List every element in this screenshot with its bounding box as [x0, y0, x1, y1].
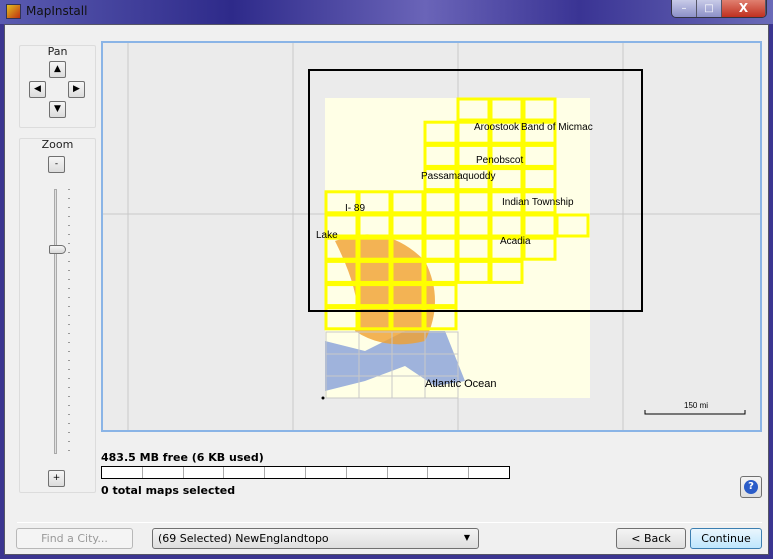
- help-icon: ?: [744, 480, 758, 494]
- product-select[interactable]: (69 Selected) NewEnglandtopo ▼: [152, 528, 479, 549]
- pan-down-button[interactable]: ▼: [49, 101, 66, 118]
- divider: [17, 522, 762, 523]
- zoom-label: Zoom: [41, 138, 74, 151]
- map-canvas[interactable]: Aroostook Band of Micmac Penobscot Passa…: [103, 43, 760, 430]
- product-select-value: (69 Selected) NewEnglandtopo: [158, 532, 329, 545]
- chevron-down-icon: ▼: [463, 533, 470, 542]
- pan-label: Pan: [47, 45, 68, 58]
- map-label: Atlantic Ocean: [425, 378, 497, 390]
- back-button[interactable]: < Back: [616, 528, 686, 549]
- maps-selected-text: 0 total maps selected: [101, 484, 236, 497]
- pan-right-button[interactable]: ▶: [68, 81, 85, 98]
- map-view[interactable]: Aroostook Band of Micmac Penobscot Passa…: [101, 41, 762, 432]
- map-label: Lake: [316, 230, 338, 241]
- map-label: Acadia: [500, 236, 531, 247]
- app-icon: [6, 4, 21, 19]
- scale-bar: 150 mi: [644, 401, 746, 415]
- free-space-text: 483.5 MB free (6 KB used): [101, 451, 264, 464]
- zoom-group: Zoom - +: [19, 138, 96, 493]
- storage-bar: [101, 466, 510, 479]
- pan-group: Pan ▲ ◀ ▶ ▼: [19, 45, 96, 128]
- find-city-button[interactable]: Find a City...: [16, 528, 133, 549]
- help-button[interactable]: ?: [740, 476, 762, 498]
- map-label: Penobscot: [476, 155, 523, 166]
- zoom-slider-track[interactable]: [54, 189, 57, 454]
- map-label: Indian Township: [502, 197, 574, 208]
- map-label: Passamaquoddy: [421, 171, 496, 182]
- maximize-button[interactable]: □: [697, 0, 722, 17]
- zoom-out-button[interactable]: -: [48, 156, 65, 173]
- close-button[interactable]: X: [722, 0, 766, 17]
- pan-left-button[interactable]: ◀: [29, 81, 46, 98]
- continue-button[interactable]: Continue: [690, 528, 762, 549]
- zoom-ticks: [68, 189, 70, 454]
- map-label: Band of Micmac: [521, 122, 593, 133]
- zoom-in-button[interactable]: +: [48, 470, 65, 487]
- minimize-button[interactable]: –: [672, 0, 697, 17]
- map-label: Aroostook: [474, 122, 520, 133]
- pan-up-button[interactable]: ▲: [49, 61, 66, 78]
- map-label: I- 89: [345, 203, 365, 214]
- window-title: MapInstall: [26, 4, 88, 18]
- title-bar: MapInstall – □ X: [0, 0, 773, 24]
- scale-label: 150 mi: [684, 401, 708, 410]
- main-window: Pan ▲ ◀ ▶ ▼ Zoom - + Aroostook Band of M…: [4, 24, 769, 555]
- zoom-slider-thumb[interactable]: [49, 245, 66, 255]
